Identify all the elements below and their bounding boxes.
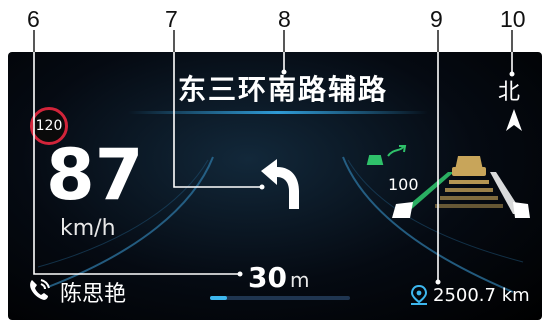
leader-lines: [33, 30, 515, 285]
